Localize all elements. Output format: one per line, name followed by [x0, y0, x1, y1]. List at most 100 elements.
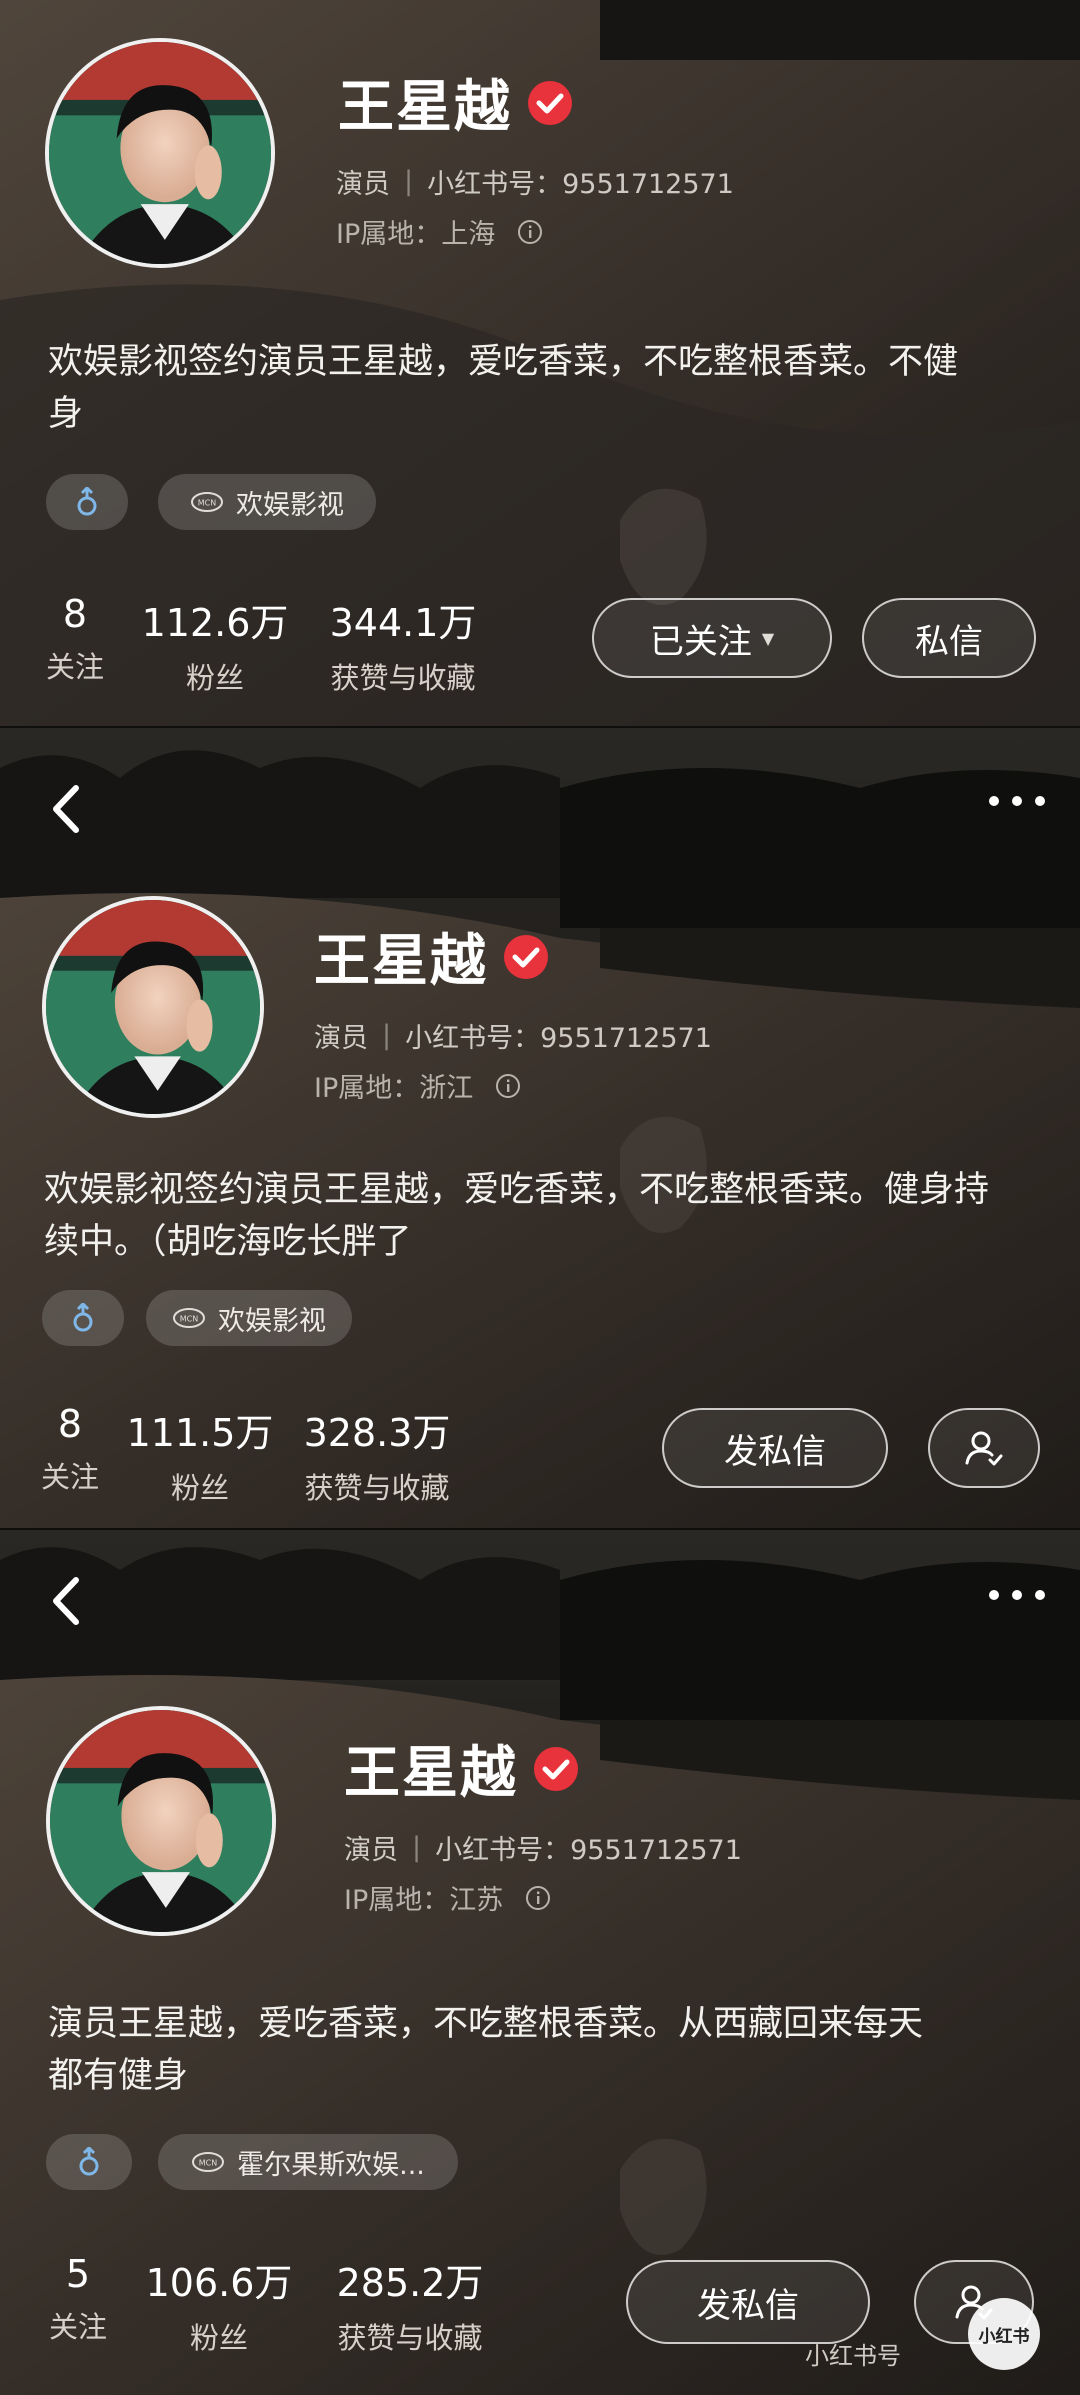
stat-label: 粉丝 — [170, 1471, 230, 1505]
mcn-tag[interactable]: MCN 欢娱影视 — [146, 1290, 352, 1346]
stat-label: 粉丝 — [185, 661, 245, 695]
role-label: 演员 — [314, 1023, 368, 1054]
stat-followers[interactable]: 111.5万 粉丝 — [127, 1402, 274, 1507]
role-label: 演员 — [344, 1835, 398, 1866]
stat-value: 285.2万 — [336, 2261, 484, 2305]
ip-location: IP属地：浙江 — [314, 1066, 521, 1105]
bio-line: 身 — [48, 394, 84, 434]
bio-line: 演员王星越，爱吃香菜，不吃整根香菜。从西藏回来每天 — [48, 2004, 924, 2044]
ip-label: IP属地：江苏 — [344, 1885, 504, 1916]
svg-text:MCN: MCN — [198, 499, 216, 508]
divider: | — [382, 1020, 392, 1051]
bio: 演员王星越，爱吃香菜，不吃整根香菜。从西藏回来每天 都有健身 — [48, 1998, 1038, 2102]
ip-location: IP属地：上海 — [336, 212, 543, 251]
info-icon[interactable] — [495, 1073, 521, 1099]
send-message-label: 发私信 — [724, 1431, 826, 1472]
role-label: 演员 — [336, 169, 390, 200]
stat-value: 106.6万 — [145, 2261, 293, 2305]
ellipsis-icon[interactable] — [984, 1580, 1050, 1610]
profile-panel-1: 王星越 演员 | 小红书号：9551712571 IP属地：上海 欢娱影视签约演… — [0, 0, 1080, 726]
stat-label: 粉丝 — [189, 2321, 249, 2355]
following-button[interactable]: 已关注 ▼ — [592, 598, 832, 678]
stat-label: 关注 — [40, 1460, 100, 1494]
message-label: 私信 — [915, 621, 983, 662]
following-label: 已关注 — [649, 621, 752, 662]
user-check-icon — [965, 1431, 1003, 1466]
svg-text:MCN: MCN — [180, 1315, 198, 1324]
stat-followers[interactable]: 112.6万 粉丝 — [142, 592, 289, 697]
chevron-left-icon[interactable] — [38, 1566, 94, 1636]
stat-likes[interactable]: 344.1万 获赞与收藏 — [330, 592, 477, 697]
send-message-button[interactable]: 发私信 — [662, 1408, 888, 1488]
bio: 欢娱影视签约演员王星越，爱吃香菜，不吃整根香菜。不健 身 — [48, 336, 1038, 440]
stat-value: 5 — [65, 2252, 91, 2296]
profile-panel-2: 王星越 演员 | 小红书号：9551712571 IP属地：浙江 欢娱影视签约演… — [0, 726, 1080, 1528]
chevron-down-icon: ▼ — [761, 628, 775, 648]
male-gender-icon — [73, 1303, 93, 1332]
gender-tag — [46, 2134, 132, 2190]
stat-likes[interactable]: 328.3万 获赞与收藏 — [304, 1402, 451, 1507]
svg-text:MCN: MCN — [199, 2159, 217, 2168]
bio-line: 都有健身 — [48, 2056, 189, 2096]
stat-following[interactable]: 8 关注 — [46, 592, 104, 686]
gender-tag — [42, 1290, 124, 1346]
redbook-id[interactable]: 小红书号：9551712571 — [435, 1828, 742, 1867]
ip-label: IP属地：上海 — [336, 219, 496, 250]
send-message-label: 发私信 — [697, 2285, 799, 2326]
avatar[interactable] — [42, 896, 264, 1118]
ellipsis-icon[interactable] — [984, 786, 1050, 816]
watermark-logo: 小红书 — [968, 2298, 1040, 2370]
verified-check-icon — [528, 80, 572, 125]
stat-label: 关注 — [45, 650, 105, 684]
info-icon[interactable] — [517, 219, 543, 245]
mcn-icon: MCN — [191, 492, 223, 512]
ip-location: IP属地：江苏 — [344, 1878, 551, 1917]
message-button[interactable]: 私信 — [862, 598, 1036, 678]
stat-likes[interactable]: 285.2万 获赞与收藏 — [337, 2252, 484, 2357]
mcn-icon: MCN — [173, 1308, 205, 1328]
mcn-icon: MCN — [192, 2152, 225, 2172]
chevron-left-icon[interactable] — [38, 774, 94, 844]
stat-label: 获赞与收藏 — [330, 661, 476, 695]
meta-line: 演员 | 小红书号：9551712571 — [336, 162, 734, 201]
ip-label: IP属地：浙江 — [314, 1073, 474, 1104]
avatar[interactable] — [46, 1706, 276, 1936]
mcn-label: 欢娱影视 — [236, 489, 344, 521]
redbook-id[interactable]: 小红书号：9551712571 — [427, 162, 734, 201]
watermark-logo-text: 小红书 — [978, 2326, 1030, 2347]
profile-panel-3: 王星越 演员 | 小红书号：9551712571 IP属地：江苏 演员王星越，爱… — [0, 1528, 1080, 2395]
stat-value: 344.1万 — [329, 601, 477, 645]
bio: 欢娱影视签约演员王星越，爱吃香菜，不吃整根香菜。健身持 续中。（胡吃海吃长胖了 — [44, 1164, 1034, 1268]
stat-value: 111.5万 — [126, 1411, 274, 1455]
stat-value: 8 — [62, 592, 88, 636]
user-check-button[interactable] — [928, 1408, 1040, 1488]
male-gender-icon — [79, 2147, 99, 2176]
redbook-id[interactable]: 小红书号：9551712571 — [405, 1016, 712, 1055]
mcn-label: 欢娱影视 — [218, 1305, 326, 1337]
meta-line: 演员 | 小红书号：9551712571 — [344, 1828, 742, 1867]
mcn-tag[interactable]: MCN 欢娱影视 — [158, 474, 376, 530]
profile-name: 王星越 — [344, 1728, 580, 1809]
verified-check-icon — [504, 934, 548, 979]
mcn-label: 霍尔果斯欢娱... — [237, 2149, 425, 2181]
info-icon[interactable] — [525, 1885, 551, 1911]
stat-following[interactable]: 8 关注 — [41, 1402, 99, 1496]
mcn-tag[interactable]: MCN 霍尔果斯欢娱... — [158, 2134, 458, 2190]
profile-name-text: 王星越 — [338, 75, 512, 140]
male-gender-icon — [77, 487, 97, 516]
verified-check-icon — [534, 1746, 578, 1791]
stat-label: 获赞与收藏 — [337, 2321, 483, 2355]
stat-value: 328.3万 — [303, 1411, 451, 1455]
bio-line: 欢娱影视签约演员王星越，爱吃香菜，不吃整根香菜。健身持 — [44, 1170, 990, 1210]
stat-following[interactable]: 5 关注 — [49, 2252, 107, 2346]
profile-name-text: 王星越 — [314, 929, 488, 994]
stat-followers[interactable]: 106.6万 粉丝 — [146, 2252, 293, 2357]
bio-line: 续中。（胡吃海吃长胖了 — [44, 1222, 412, 1262]
profile-name-text: 王星越 — [344, 1741, 518, 1806]
avatar[interactable] — [45, 38, 275, 268]
divider: | — [404, 166, 414, 197]
bio-line: 欢娱影视签约演员王星越，爱吃香菜，不吃整根香菜。不健 — [48, 342, 959, 382]
profile-name: 王星越 — [314, 916, 550, 997]
send-message-button[interactable]: 发私信 — [626, 2260, 870, 2344]
watermark-text: 小红书号 — [805, 2342, 901, 2370]
